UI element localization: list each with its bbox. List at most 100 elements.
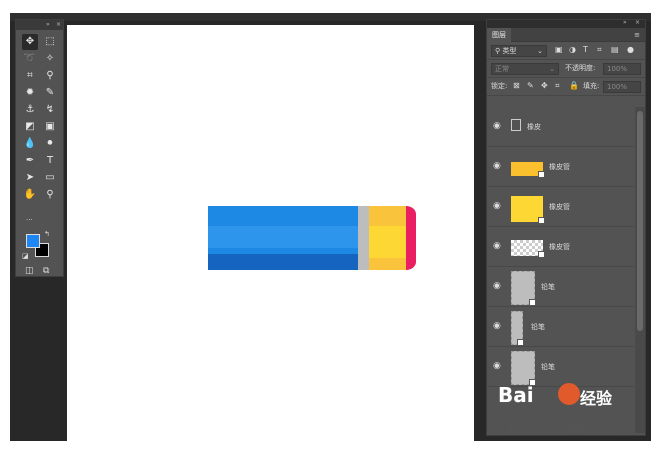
opacity-input[interactable]: 100% xyxy=(603,63,641,75)
layer-row[interactable]: ◉ 橡皮管 xyxy=(487,187,634,227)
layers-scroll-thumb[interactable] xyxy=(637,111,643,331)
gradient-tool-icon[interactable]: ▣ xyxy=(42,119,58,135)
smart-object-badge-icon xyxy=(538,217,545,224)
collapse-icon[interactable]: » xyxy=(623,19,627,26)
smart-object-badge-icon xyxy=(538,171,545,178)
layer-name: 橡皮管 xyxy=(549,203,570,211)
layer-row[interactable]: ◉ 铅笔 xyxy=(487,347,634,387)
blend-row: 正常 ⌄ 不透明度: 100% xyxy=(487,60,645,78)
layer-name: 铅笔 xyxy=(541,283,555,291)
filter-kind-select[interactable]: ⚲ 类型 ⌄ xyxy=(491,45,547,57)
eraser-tool-icon[interactable]: ◩ xyxy=(22,119,38,135)
blend-mode-select[interactable]: 正常 ⌄ xyxy=(491,63,559,75)
type-tool-icon[interactable]: T xyxy=(42,153,58,169)
more-tools[interactable]: ··· xyxy=(26,216,33,224)
lock-transparent-icon[interactable]: ⊠ xyxy=(513,81,520,90)
magic-wand-tool-icon[interactable]: ✧ xyxy=(42,51,58,67)
layer-thumbnail xyxy=(511,351,536,386)
pencil-eraser-tube xyxy=(369,206,406,270)
layer-thumbnail xyxy=(511,196,545,224)
lock-row: 锁定: ⊠ ✎ ✥ ⌗ 🔒 填充: 100% xyxy=(487,78,645,96)
foreground-color-swatch[interactable] xyxy=(26,234,40,248)
lock-position-icon[interactable]: ✥ xyxy=(541,81,548,90)
opacity-label: 不透明度: xyxy=(565,64,596,72)
history-brush-tool-icon[interactable]: ↯ xyxy=(42,102,58,118)
rectangle-tool-icon[interactable]: ▭ xyxy=(42,170,58,186)
path-selection-tool-icon[interactable]: ➤ xyxy=(22,170,38,186)
filter-type-icon[interactable]: T xyxy=(583,45,588,54)
visibility-eye-icon[interactable]: ◉ xyxy=(493,161,501,171)
layer-thumbnail xyxy=(511,162,545,178)
close-icon[interactable]: × xyxy=(635,19,640,26)
eyedropper-tool-icon[interactable]: ⚲ xyxy=(42,68,58,84)
layers-panel-topbar: » × xyxy=(487,19,645,28)
collapse-icon[interactable]: » xyxy=(46,20,50,30)
default-colors-icon[interactable]: ◪ xyxy=(22,252,29,260)
marquee-tool-icon[interactable]: ⬚ xyxy=(42,34,58,50)
layer-filter-row: ⚲ 类型 ⌄ ▣ ◑ T ⌗ ▤ ● xyxy=(487,42,645,60)
baidu-watermark: Bai 经验 jingyan.baidu.com xyxy=(498,383,648,436)
visibility-eye-icon[interactable]: ◉ xyxy=(493,241,501,251)
watermark-url: jingyan.baidu.com xyxy=(510,423,612,436)
watermark-logo-text: Bai xyxy=(498,383,534,407)
filter-pixel-icon[interactable]: ▣ xyxy=(555,45,563,54)
move-tool-icon[interactable]: ✥ xyxy=(22,34,38,50)
layer-group-row[interactable]: ◉ 橡皮 xyxy=(487,107,634,147)
smart-object-badge-icon xyxy=(538,251,545,258)
spot-healing-tool-icon[interactable]: ✹ xyxy=(22,85,38,101)
document-canvas[interactable] xyxy=(67,25,474,442)
layer-row[interactable]: ◉ 铅笔 xyxy=(487,267,634,307)
brush-tool-icon[interactable]: ✎ xyxy=(42,85,58,101)
filter-adjustment-icon[interactable]: ◑ xyxy=(569,45,576,54)
layer-name: 铅笔 xyxy=(541,363,555,371)
photoshop-window: » × ✥ ⬚ ➰ ✧ ⌗ ⚲ ✹ ✎ ⚓ ↯ ◩ ▣ 💧 ⚫ ✒ T ➤ ▭ ✋ ⚲ ··· ↰ ◪ ◫ ⧉ xyxy=(10,13,651,442)
blur-tool-icon[interactable]: 💧 xyxy=(22,136,38,152)
visibility-eye-icon[interactable]: ◉ xyxy=(493,281,501,291)
quick-mask-icon[interactable]: ◫ xyxy=(25,266,34,276)
lock-all-icon[interactable]: 🔒 xyxy=(569,81,579,90)
layers-panel: » × 图层 ≡ ⚲ 类型 ⌄ ▣ ◑ T ⌗ ▤ ● 正常 ⌄ 不透明度: 100… xyxy=(486,19,646,436)
clone-stamp-tool-icon[interactable]: ⚓ xyxy=(22,102,38,118)
visibility-eye-icon[interactable]: ◉ xyxy=(493,321,501,331)
layer-row[interactable]: ◉ 橡皮管 xyxy=(487,227,634,267)
tools-panel-header: » × xyxy=(16,20,63,30)
swap-colors-icon[interactable]: ↰ xyxy=(44,230,50,238)
zoom-tool-icon[interactable]: ⚲ xyxy=(42,187,58,203)
layer-row[interactable]: ◉ 铅笔 xyxy=(487,307,634,347)
fill-input[interactable]: 100% xyxy=(603,81,641,93)
watermark-logo-text-2: 经验 xyxy=(580,389,613,408)
filter-shape-icon[interactable]: ⌗ xyxy=(597,45,602,55)
smart-object-badge-icon xyxy=(529,299,536,306)
chevron-down-icon: ⌄ xyxy=(537,47,543,55)
layers-tabbar: 图层 ≡ xyxy=(487,28,645,42)
lasso-tool-icon[interactable]: ➰ xyxy=(22,51,38,67)
hand-tool-icon[interactable]: ✋ xyxy=(22,187,38,203)
blend-mode-value: 正常 xyxy=(495,65,509,73)
tab-layers[interactable]: 图层 xyxy=(487,28,511,42)
panel-menu-icon[interactable]: ≡ xyxy=(634,31,640,39)
layer-row[interactable]: ◉ 橡皮管 xyxy=(487,147,634,187)
pen-tool-icon[interactable]: ✒ xyxy=(22,153,38,169)
filter-smart-object-icon[interactable]: ▤ xyxy=(611,45,619,54)
visibility-eye-icon[interactable]: ◉ xyxy=(493,361,501,371)
lock-artboard-icon[interactable]: ⌗ xyxy=(555,81,560,91)
pencil-eraser-cap xyxy=(406,206,416,270)
visibility-eye-icon[interactable]: ◉ xyxy=(493,201,501,211)
smart-object-badge-icon xyxy=(517,339,524,346)
close-icon[interactable]: × xyxy=(56,20,61,30)
dodge-tool-icon[interactable]: ⚫ xyxy=(42,136,58,152)
chevron-down-icon: ⌄ xyxy=(549,65,555,73)
screen-mode-icon[interactable]: ⧉ xyxy=(43,266,49,276)
visibility-eye-icon[interactable]: ◉ xyxy=(493,121,501,131)
crop-tool-icon[interactable]: ⌗ xyxy=(22,68,38,84)
layer-thumbnail xyxy=(511,240,545,258)
fill-label: 填充: xyxy=(583,82,600,90)
lock-pixels-icon[interactable]: ✎ xyxy=(527,81,534,90)
layer-name: 橡皮管 xyxy=(549,163,570,171)
layer-name: 橡皮 xyxy=(527,123,541,131)
filter-kind-label: 类型 xyxy=(502,47,517,55)
filter-toggle-icon[interactable]: ● xyxy=(627,45,634,54)
paw-logo-icon xyxy=(558,383,580,405)
pencil-ferrule xyxy=(358,206,369,270)
layer-name: 铅笔 xyxy=(531,323,545,331)
